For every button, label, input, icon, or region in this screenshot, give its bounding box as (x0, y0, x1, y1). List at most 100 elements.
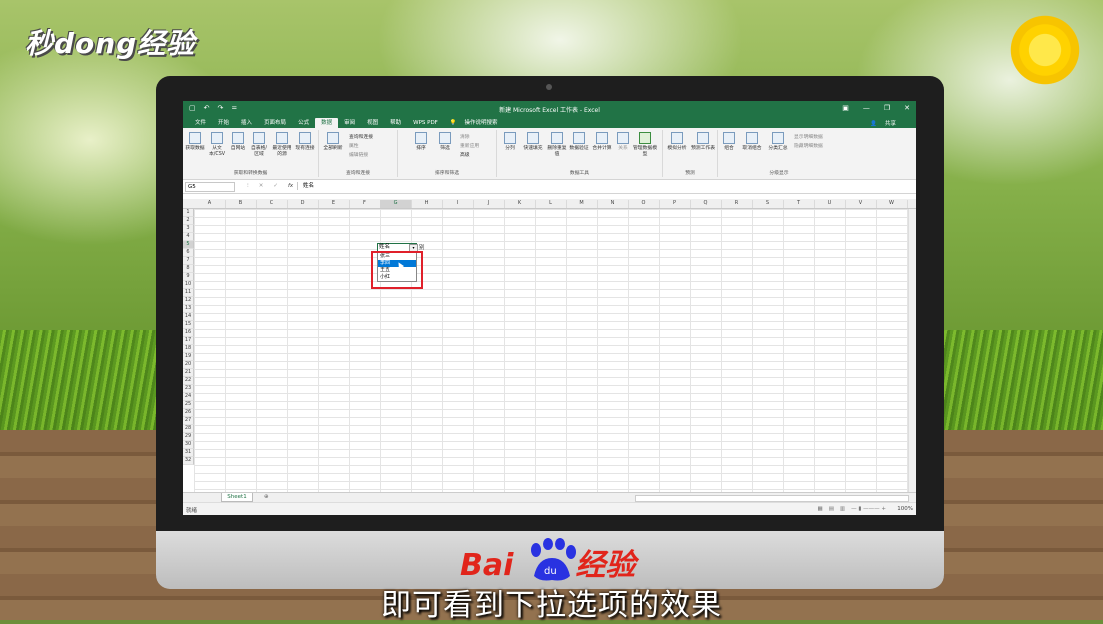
text-to-columns-button[interactable]: 分列 (501, 132, 519, 152)
row-header[interactable]: 29 (183, 433, 194, 441)
filter-button[interactable]: 筛选 (436, 132, 454, 152)
row-header[interactable]: 9 (183, 273, 194, 281)
column-header[interactable]: U (814, 200, 846, 208)
row-header[interactable]: 26 (183, 409, 194, 417)
row-header[interactable]: 20 (183, 361, 194, 369)
vertical-scrollbar[interactable] (908, 209, 916, 493)
row-header[interactable]: 10 (183, 281, 194, 289)
what-if-button[interactable]: 模拟分析 (665, 132, 689, 152)
column-header[interactable]: R (721, 200, 753, 208)
hide-detail-button[interactable]: 隐藏明细数据 (794, 142, 823, 149)
name-box[interactable]: G5 (185, 182, 235, 192)
sheet-tab-sheet1[interactable]: Sheet1 (221, 493, 253, 502)
row-header[interactable]: 31 (183, 449, 194, 457)
row-header[interactable]: 17 (183, 337, 194, 345)
column-header[interactable]: C (256, 200, 288, 208)
edit-links-button[interactable]: 编辑链接 (349, 151, 368, 158)
group-button[interactable]: 组合 (720, 132, 738, 152)
row-header[interactable]: 4 (183, 233, 194, 241)
row-header[interactable]: 22 (183, 377, 194, 385)
column-header[interactable]: P (659, 200, 691, 208)
row-header[interactable]: 5 (183, 241, 194, 249)
row-header[interactable]: 14 (183, 313, 194, 321)
tab-page-layout[interactable]: 页面布局 (258, 118, 292, 128)
tab-insert[interactable]: 插入 (235, 118, 258, 128)
tell-me-search[interactable]: 💡 操作说明搜索 (444, 118, 510, 128)
row-header[interactable]: 32 (183, 457, 194, 465)
refresh-all-button[interactable]: 全部刷新 (321, 132, 345, 152)
enter-icon[interactable]: ✓ (273, 183, 278, 189)
column-header[interactable]: J (473, 200, 505, 208)
add-sheet-icon[interactable]: ⊕ (264, 494, 269, 500)
column-header[interactable]: O (628, 200, 660, 208)
remove-duplicates-button[interactable]: 删除重复值 (547, 132, 567, 157)
row-header[interactable]: 1 (183, 209, 194, 217)
get-data-button[interactable]: 获取数据 (185, 132, 205, 152)
row-header[interactable]: 11 (183, 289, 194, 297)
sort-button[interactable]: 排序 (412, 132, 430, 152)
column-header[interactable]: D (287, 200, 319, 208)
row-header[interactable]: 30 (183, 441, 194, 449)
row-header[interactable]: 24 (183, 393, 194, 401)
insert-function-icon[interactable]: fx (288, 183, 293, 189)
ribbon-display-icon[interactable]: ▣ (842, 104, 849, 112)
row-header[interactable]: 21 (183, 369, 194, 377)
page-break-view-icon[interactable]: ▥ (840, 506, 845, 512)
data-validation-button[interactable]: 数据验证 (569, 132, 589, 152)
manage-data-model-button[interactable]: 管理数据模型 (633, 132, 657, 157)
column-header[interactable]: W (876, 200, 908, 208)
row-header[interactable]: 3 (183, 225, 194, 233)
restore-button[interactable]: ❐ (884, 104, 890, 112)
properties-button[interactable]: 属性 (349, 142, 359, 149)
recent-sources-button[interactable]: 最近使用的源 (271, 132, 293, 157)
page-layout-view-icon[interactable]: ▤ (829, 506, 834, 512)
row-header[interactable]: 23 (183, 385, 194, 393)
close-button[interactable]: ✕ (904, 104, 910, 112)
column-header[interactable]: A (194, 200, 226, 208)
row-header[interactable]: 27 (183, 417, 194, 425)
tab-wps-pdf[interactable]: WPS PDF (407, 120, 444, 128)
column-header[interactable]: N (597, 200, 629, 208)
row-header[interactable]: 15 (183, 321, 194, 329)
zoom-slider[interactable]: — ▮ ——— + (851, 506, 886, 512)
column-header[interactable]: M (566, 200, 598, 208)
column-header[interactable]: T (783, 200, 815, 208)
row-header[interactable]: 28 (183, 425, 194, 433)
spreadsheet-grid[interactable]: ABCDEFGHIJKLMNOPQRSTUVW 1 2 3 4 5 6 7 8 9 10 11 12 1… (183, 199, 916, 493)
row-header[interactable]: 8 (183, 265, 194, 273)
cancel-icon[interactable]: ✕ (259, 183, 264, 189)
minimize-button[interactable]: — (863, 104, 870, 112)
column-header[interactable]: S (752, 200, 784, 208)
ungroup-button[interactable]: 取消组合 (740, 132, 764, 152)
tab-review[interactable]: 审阅 (338, 118, 361, 128)
tab-help[interactable]: 帮助 (384, 118, 407, 128)
forecast-sheet-button[interactable]: 预测工作表 (691, 132, 715, 152)
column-header[interactable]: F (349, 200, 381, 208)
formula-input[interactable]: 姓名 (297, 182, 912, 190)
column-header[interactable]: G (380, 200, 412, 208)
column-header[interactable]: Q (690, 200, 722, 208)
normal-view-icon[interactable]: ▦ (818, 506, 823, 512)
column-header[interactable]: I (442, 200, 474, 208)
queries-connections-button[interactable]: 查询和连接 (349, 133, 373, 140)
zoom-level[interactable]: 100% (897, 506, 913, 512)
horizontal-scrollbar[interactable] (635, 495, 909, 502)
row-header[interactable]: 7 (183, 257, 194, 265)
consolidate-button[interactable]: 合并计算 (591, 132, 613, 152)
row-header[interactable]: 12 (183, 297, 194, 305)
row-header[interactable]: 19 (183, 353, 194, 361)
column-header[interactable]: H (411, 200, 443, 208)
tab-view[interactable]: 视图 (361, 118, 384, 128)
from-web-button[interactable]: 自网站 (229, 132, 247, 152)
from-csv-button[interactable]: 从文本/CSV (207, 132, 227, 157)
flash-fill-button[interactable]: 快速填充 (521, 132, 545, 152)
advanced-filter-button[interactable]: 高级 (460, 151, 470, 158)
from-table-button[interactable]: 自表格/区域 (249, 132, 269, 157)
existing-connections-button[interactable]: 现有连接 (295, 132, 315, 152)
row-header[interactable]: 13 (183, 305, 194, 313)
row-header[interactable]: 6 (183, 249, 194, 257)
reapply-button[interactable]: 重新应用 (460, 142, 479, 149)
tab-file[interactable]: 文件 (189, 118, 212, 128)
row-header[interactable]: 2 (183, 217, 194, 225)
column-header[interactable]: K (504, 200, 536, 208)
